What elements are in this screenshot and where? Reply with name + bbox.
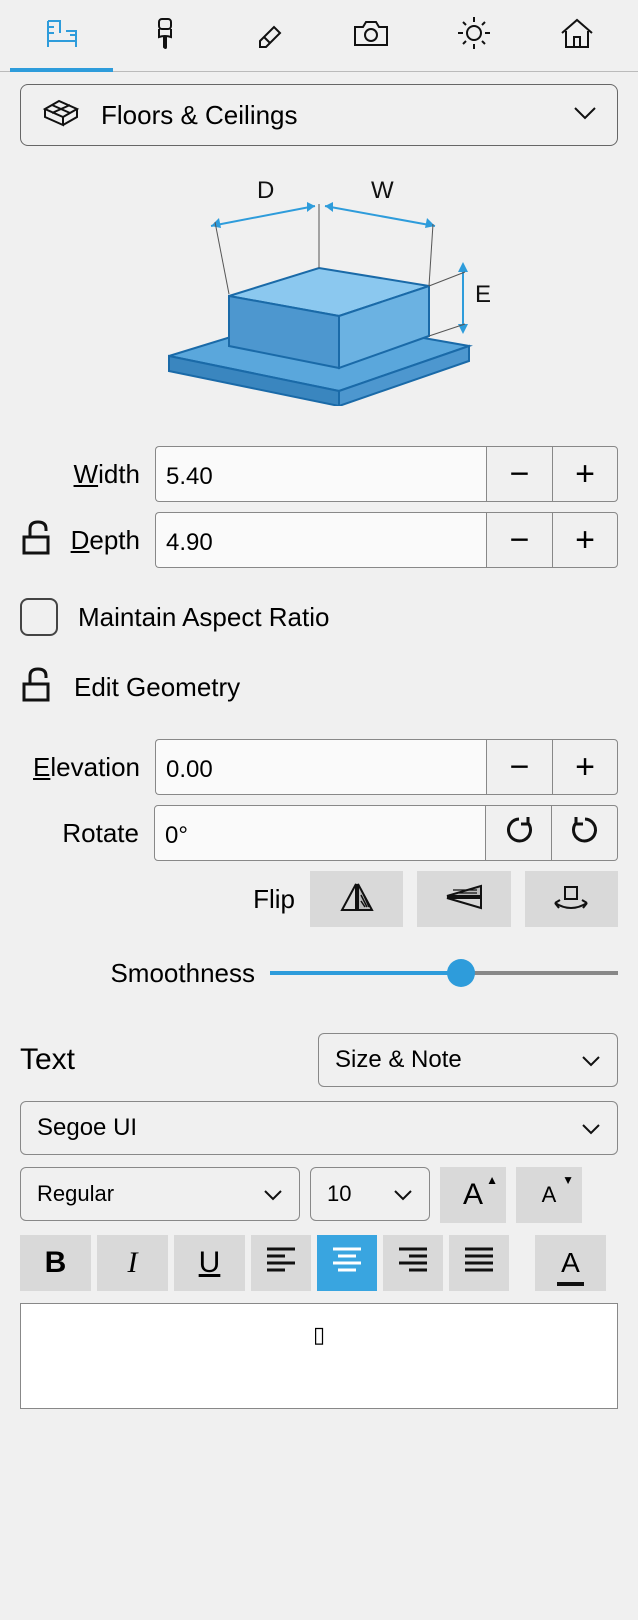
depth-increment[interactable]: + xyxy=(552,512,618,568)
font-decrease-button[interactable]: A ▼ xyxy=(516,1167,582,1223)
align-center-button[interactable] xyxy=(317,1235,377,1291)
italic-button[interactable]: I xyxy=(97,1235,168,1291)
elevation-row: Elevation − + xyxy=(20,739,618,795)
align-left-button[interactable] xyxy=(251,1235,311,1291)
chevron-down-icon xyxy=(573,106,597,125)
smoothness-label: Smoothness xyxy=(80,958,270,989)
rotate-3d-icon xyxy=(549,881,593,918)
house-icon xyxy=(558,15,596,56)
flip-row: Flip xyxy=(20,871,618,927)
chevron-down-icon-text-mode xyxy=(581,1046,601,1074)
align-justify-icon xyxy=(463,1246,495,1280)
elevation-input[interactable] xyxy=(155,739,486,795)
font-color-button[interactable]: A xyxy=(535,1235,606,1291)
flip-vertical-button[interactable] xyxy=(417,871,510,927)
font-color-icon: A xyxy=(561,1246,580,1280)
panel-content: Floors & Ceilings D W xyxy=(0,72,638,1429)
tab-lighting[interactable] xyxy=(422,0,525,71)
edit-geometry-label: Edit Geometry xyxy=(74,672,240,703)
aspect-ratio-row: Maintain Aspect Ratio xyxy=(20,598,618,636)
category-dropdown[interactable]: Floors & Ceilings xyxy=(20,84,618,146)
text-mode-label: Size & Note xyxy=(335,1046,462,1074)
font-style-dropdown[interactable]: Regular xyxy=(20,1167,300,1221)
diagram-label-w: W xyxy=(371,177,394,204)
bold-button[interactable]: B xyxy=(20,1235,91,1291)
tab-materials[interactable] xyxy=(113,0,216,71)
flip-horizontal-icon xyxy=(336,880,378,919)
category-label: Floors & Ceilings xyxy=(101,100,573,131)
depth-row: Depth − + xyxy=(20,512,618,568)
caliper-icon xyxy=(42,13,82,58)
tab-camera[interactable] xyxy=(319,0,422,71)
width-stepper: − + xyxy=(155,446,618,502)
rotate-ccw-button[interactable] xyxy=(552,805,618,861)
align-right-button[interactable] xyxy=(383,1235,443,1291)
eraser-icon xyxy=(250,15,286,56)
width-row: Width − + xyxy=(20,446,618,502)
text-mode-dropdown[interactable]: Size & Note xyxy=(318,1033,618,1087)
dimension-diagram: D W E xyxy=(20,176,618,406)
camera-icon xyxy=(351,15,391,56)
width-increment[interactable]: + xyxy=(552,446,618,502)
chevron-down-icon-style xyxy=(263,1181,283,1207)
smoothness-slider[interactable] xyxy=(270,953,618,993)
flip-rotate-button[interactable] xyxy=(525,871,618,927)
edit-geometry-row[interactable]: Edit Geometry xyxy=(20,666,618,709)
align-center-icon xyxy=(331,1246,363,1280)
rotate-row: Rotate xyxy=(20,805,618,861)
text-section-header: Text Size & Note xyxy=(20,1033,618,1087)
brush-icon xyxy=(147,15,183,56)
width-label: Width xyxy=(46,459,155,490)
align-justify-button[interactable] xyxy=(449,1235,509,1291)
dimensions-lock-icon[interactable] xyxy=(20,519,60,562)
elevation-increment[interactable]: + xyxy=(552,739,618,795)
tab-edit[interactable] xyxy=(216,0,319,71)
font-size-label: 10 xyxy=(327,1181,351,1207)
flip-label: Flip xyxy=(80,884,310,915)
floor-icon xyxy=(41,95,81,136)
rotate-label: Rotate xyxy=(46,818,154,849)
depth-decrement[interactable]: − xyxy=(486,512,552,568)
text-heading: Text xyxy=(20,1043,318,1077)
elevation-stepper: − + xyxy=(155,739,618,795)
edit-geometry-lock-icon xyxy=(20,666,60,709)
elevation-decrement[interactable]: − xyxy=(486,739,552,795)
depth-input[interactable] xyxy=(155,512,486,568)
rotate-input[interactable] xyxy=(154,805,486,861)
chevron-down-icon-size xyxy=(393,1181,413,1207)
sun-icon xyxy=(456,15,492,56)
aspect-ratio-label: Maintain Aspect Ratio xyxy=(78,602,329,633)
aspect-ratio-checkbox[interactable] xyxy=(20,598,58,636)
diagram-label-d: D xyxy=(257,177,274,204)
font-family-dropdown[interactable]: Segoe UI xyxy=(20,1101,618,1155)
font-increase-icon: A xyxy=(463,1178,483,1212)
flip-vertical-icon xyxy=(441,882,487,917)
diagram-label-e: E xyxy=(475,281,491,308)
align-left-icon xyxy=(265,1246,297,1280)
rotate-cw-icon xyxy=(504,815,534,852)
smoothness-row: Smoothness xyxy=(20,953,618,993)
align-right-icon xyxy=(397,1246,429,1280)
tab-structure[interactable] xyxy=(525,0,628,71)
font-decrease-icon: A xyxy=(542,1182,557,1208)
rotate-cw-button[interactable] xyxy=(486,805,552,861)
tab-properties[interactable] xyxy=(10,0,113,71)
elevation-label: Elevation xyxy=(33,752,155,783)
font-style-label: Regular xyxy=(37,1181,114,1207)
width-decrement[interactable]: − xyxy=(486,446,552,502)
font-size-dropdown[interactable]: 10 xyxy=(310,1167,430,1221)
flip-horizontal-button[interactable] xyxy=(310,871,403,927)
font-family-label: Segoe UI xyxy=(37,1114,137,1142)
depth-stepper: − + xyxy=(155,512,618,568)
depth-label: Depth xyxy=(60,525,155,556)
text-content: ▯ xyxy=(313,1322,325,1348)
width-input[interactable] xyxy=(155,446,486,502)
tab-bar xyxy=(0,0,638,72)
rotate-ccw-icon xyxy=(570,815,600,852)
text-content-area[interactable]: ▯ xyxy=(20,1303,618,1409)
font-increase-button[interactable]: A ▲ xyxy=(440,1167,506,1223)
chevron-down-icon-font xyxy=(581,1114,601,1142)
underline-button[interactable]: U xyxy=(174,1235,245,1291)
